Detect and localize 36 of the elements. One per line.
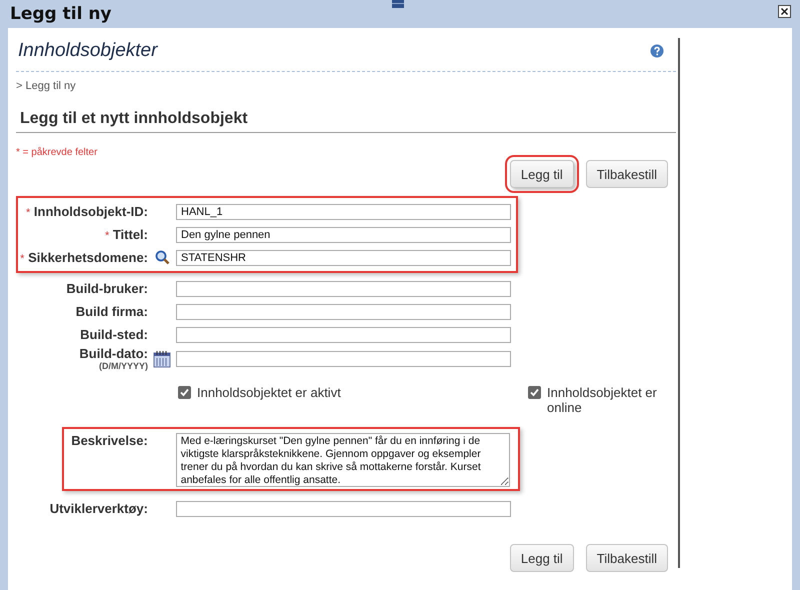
checkbox[interactable] (178, 386, 191, 399)
text-field[interactable] (176, 350, 511, 366)
field-label: Build-sted: (80, 327, 148, 342)
section-heading: Legg til et nytt innholdsobjekt (16, 110, 676, 133)
reset-button[interactable]: Tilbakestill (586, 160, 668, 188)
date-format-hint: (D/M/YYYY) (98, 361, 148, 371)
required-note: * = påkrevde felter (16, 147, 98, 158)
field-label: Utviklerverktøy: (50, 501, 148, 516)
add-button[interactable]: Legg til (510, 544, 574, 572)
text-field[interactable] (176, 280, 511, 296)
field-label: Build-dato: (79, 346, 148, 361)
window-title: Legg til ny (10, 4, 112, 24)
field-label: * Sikkerhetsdomene: (20, 250, 148, 265)
close-icon[interactable] (778, 5, 791, 18)
search-icon[interactable] (154, 250, 170, 265)
page-title: Innholdsobjekter (18, 40, 158, 62)
field-label: * Tittel: (104, 227, 148, 242)
description-field[interactable]: Med e-læringskurset "Den gylne pennen" får du en innføring i de viktigste klarspråksteknikkene. Gjennom oppgaver og eksempler trener du på hvordan du kan skrive så mottakerne forstår. Kurset anbefales for alle offentlig ansatte. (176, 433, 510, 487)
text-field[interactable]: HANL_1 (176, 204, 511, 220)
field-label: Beskrivelse: (71, 433, 148, 448)
reset-button[interactable]: Tilbakestill (586, 544, 668, 572)
field-label: Build-bruker: (66, 281, 148, 296)
checkbox[interactable] (528, 386, 541, 399)
help-icon[interactable] (650, 44, 664, 58)
field-label: * Innholdsobjekt-ID: (26, 204, 148, 219)
grip-icon[interactable] (392, 0, 404, 8)
breadcrumb[interactable]: > Legg til ny (16, 80, 678, 92)
text-field[interactable] (176, 500, 511, 516)
calendar-icon[interactable] (153, 350, 171, 368)
text-field[interactable]: Den gylne pennen (176, 226, 511, 242)
text-field[interactable] (176, 326, 511, 342)
checkbox-label: Innholdsobjektet er online (547, 385, 658, 415)
field-label: Build firma: (76, 304, 148, 319)
checkbox-label: Innholdsobjektet er aktivt (197, 385, 341, 400)
text-field[interactable]: STATENSHR (176, 250, 511, 266)
text-field[interactable] (176, 304, 511, 320)
